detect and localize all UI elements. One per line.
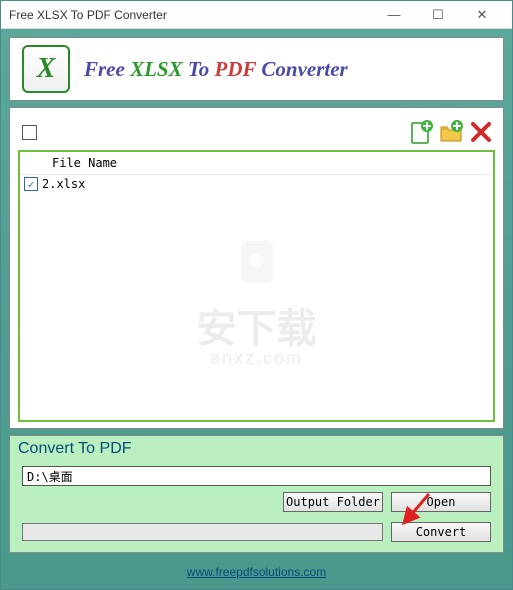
row-filename: 2.xlsx (42, 177, 85, 191)
add-file-button[interactable] (407, 118, 435, 146)
list-header-filename: File Name (20, 152, 493, 175)
window-title: Free XLSX To PDF Converter (9, 8, 372, 22)
output-path-input[interactable] (22, 466, 491, 486)
file-toolbar (18, 114, 495, 150)
output-folder-button[interactable]: Output Folder (283, 492, 383, 512)
app-title: Free XLSX To PDF Converter (84, 57, 348, 82)
convert-panel: Convert To PDF Output Folder Open Conver… (9, 435, 504, 553)
convert-button[interactable]: Convert (391, 522, 491, 542)
file-panel: File Name ✓ 2.xlsx 安下载 anxz.com (9, 107, 504, 429)
footer-link: www.freepdfsolutions.com (9, 563, 504, 581)
row-checkbox[interactable]: ✓ (24, 177, 38, 191)
logo-x-icon: X (37, 53, 56, 85)
open-button[interactable]: Open (391, 492, 491, 512)
maximize-button[interactable]: ☐ (416, 1, 460, 29)
close-button[interactable]: ✕ (460, 1, 504, 29)
watermark: 安下载 anxz.com (197, 231, 317, 369)
select-all-checkbox[interactable] (22, 125, 37, 140)
remove-button[interactable] (467, 118, 495, 146)
file-list: File Name ✓ 2.xlsx 安下载 anxz.com (18, 150, 495, 422)
website-link[interactable]: www.freepdfsolutions.com (187, 565, 326, 579)
convert-label: Convert To PDF (18, 440, 491, 458)
progress-bar (22, 523, 383, 541)
add-folder-button[interactable] (437, 118, 465, 146)
app-logo: X (22, 45, 70, 93)
minimize-button[interactable]: — (372, 1, 416, 29)
list-item[interactable]: ✓ 2.xlsx (20, 175, 493, 193)
header-panel: X Free XLSX To PDF Converter (9, 37, 504, 101)
titlebar: Free XLSX To PDF Converter — ☐ ✕ (1, 1, 512, 29)
